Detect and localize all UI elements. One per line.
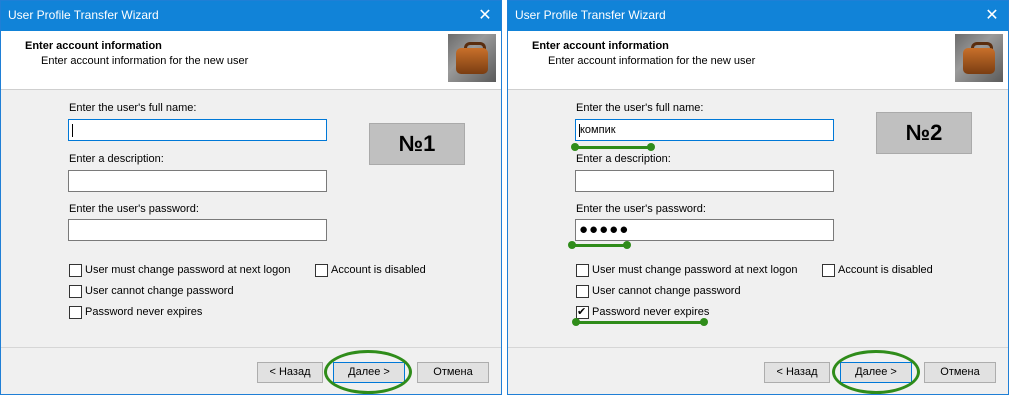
window-title: User Profile Transfer Wizard [515, 8, 666, 22]
fullname-underline-annotation [571, 143, 655, 151]
next-button-highlight-ring [324, 350, 412, 394]
close-icon[interactable]: ✕ [976, 1, 1008, 31]
fullname-input[interactable]: компик [575, 119, 834, 141]
checkbox-box[interactable] [69, 306, 82, 319]
divider [508, 347, 1008, 348]
checkbox-box[interactable] [822, 264, 835, 277]
header-subtitle: Enter account information for the new us… [41, 55, 249, 67]
wizard-header: Enter account information Enter account … [508, 31, 1008, 90]
header-title: Enter account information [532, 40, 669, 52]
never-expires-underline-annotation [572, 318, 708, 326]
step-badge: №1 [369, 123, 465, 165]
fullname-label: Enter the user's full name: [576, 102, 704, 114]
password-label: Enter the user's password: [576, 203, 706, 215]
briefcase-icon [448, 34, 496, 82]
checkbox-box[interactable] [315, 264, 328, 277]
checkbox-box[interactable] [576, 285, 589, 298]
checkbox-label: Account is disabled [331, 264, 426, 276]
header-subtitle: Enter account information for the new us… [548, 55, 756, 67]
checkbox-label: Account is disabled [838, 264, 933, 276]
description-input[interactable] [575, 170, 834, 192]
header-title: Enter account information [25, 40, 162, 52]
fullname-label: Enter the user's full name: [69, 102, 197, 114]
password-input[interactable] [68, 219, 327, 241]
description-input[interactable] [68, 170, 327, 192]
wizard-window-2: User Profile Transfer Wizard ✕ Enter acc… [507, 0, 1009, 395]
window-title: User Profile Transfer Wizard [8, 8, 159, 22]
divider [1, 347, 501, 348]
checkbox-label: Password never expires [85, 306, 203, 318]
checkbox-box[interactable] [576, 264, 589, 277]
description-label: Enter a description: [576, 153, 671, 165]
text-caret [72, 123, 73, 137]
checkbox-label: Password never expires [592, 306, 710, 318]
checkbox-label: User must change password at next logon [592, 264, 798, 276]
password-input[interactable]: ●●●●● [575, 219, 834, 241]
checkbox-label: User cannot change password [592, 285, 741, 297]
next-button-highlight-ring [832, 350, 920, 394]
fullname-value: компик [580, 124, 616, 136]
step-badge: №2 [876, 112, 972, 154]
checkbox-label: User cannot change password [85, 285, 234, 297]
close-icon[interactable]: ✕ [469, 1, 501, 31]
checkbox-box[interactable] [69, 285, 82, 298]
checkbox-box[interactable] [69, 264, 82, 277]
title-bar: User Profile Transfer Wizard ✕ [1, 1, 501, 31]
password-label: Enter the user's password: [69, 203, 199, 215]
wizard-header: Enter account information Enter account … [1, 31, 501, 90]
password-value: ●●●●● [579, 221, 630, 238]
description-label: Enter a description: [69, 153, 164, 165]
wizard-window-1: User Profile Transfer Wizard ✕ Enter acc… [0, 0, 502, 395]
cancel-button[interactable]: Отмена [417, 362, 489, 383]
back-button[interactable]: < Назад [257, 362, 323, 383]
checkbox-label: User must change password at next logon [85, 264, 291, 276]
cancel-button[interactable]: Отмена [924, 362, 996, 383]
briefcase-icon [955, 34, 1003, 82]
fullname-input[interactable] [68, 119, 327, 141]
title-bar: User Profile Transfer Wizard ✕ [508, 1, 1008, 31]
password-underline-annotation [568, 241, 631, 249]
back-button[interactable]: < Назад [764, 362, 830, 383]
checkmark-icon[interactable] [576, 305, 589, 319]
